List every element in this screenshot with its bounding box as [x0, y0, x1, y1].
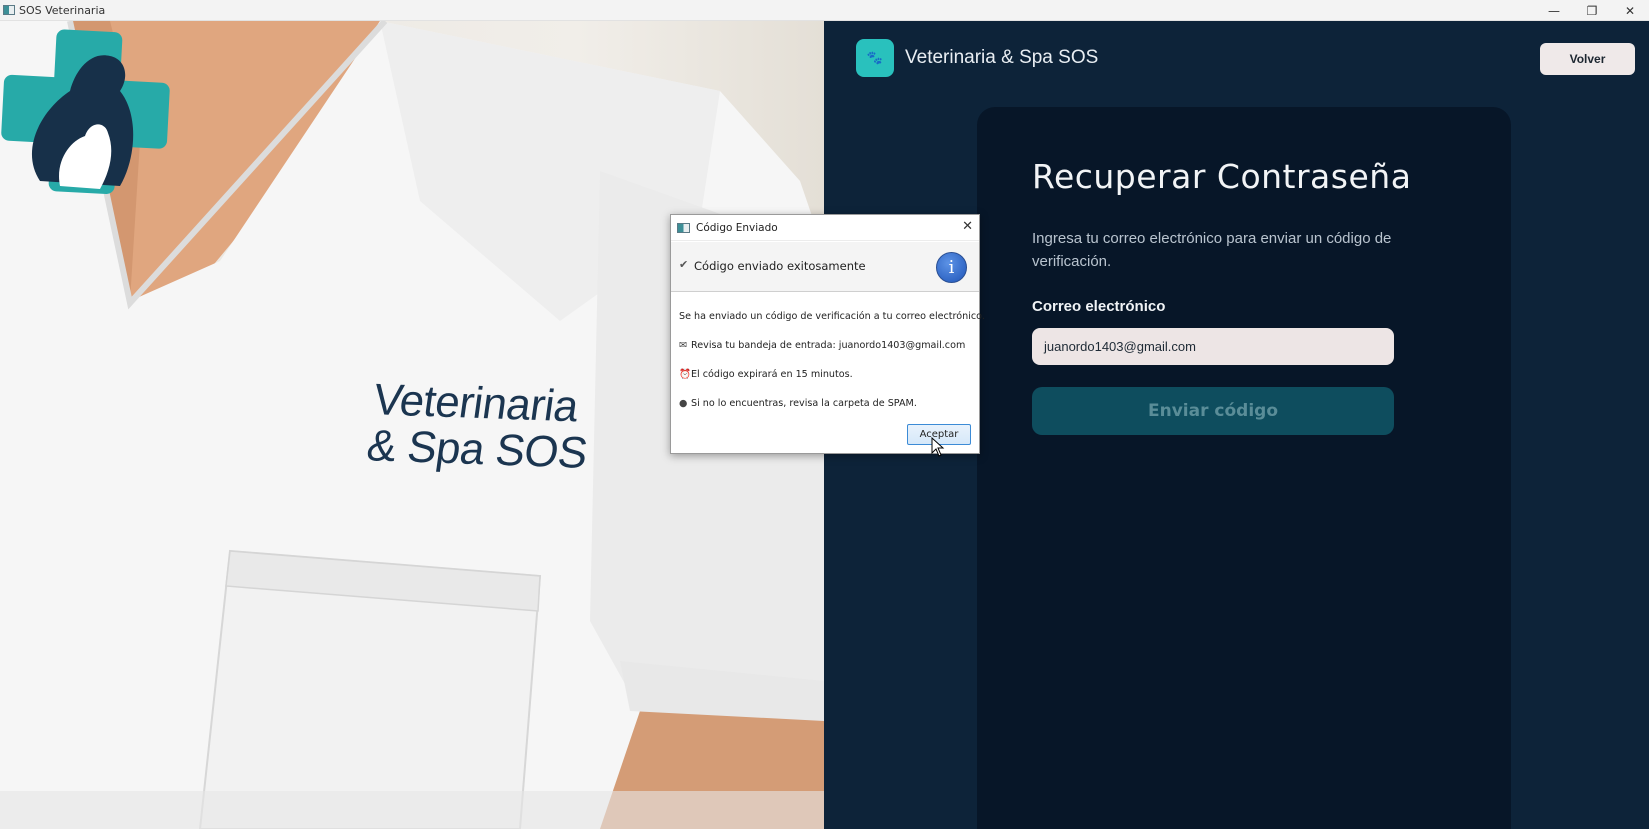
paw-logo-icon: 🐾 [856, 39, 894, 77]
dialog-line: ✉ Revisa tu bandeja de entrada: juanordo1… [679, 340, 985, 369]
email-field[interactable]: juanordo1403@gmail.com [1032, 328, 1394, 365]
window-titlebar: SOS Veterinaria — ❐ ✕ [0, 0, 1649, 21]
dialog-titlebar: Código Enviado ✕ [671, 215, 979, 241]
window-title: SOS Veterinaria [19, 3, 106, 17]
code-sent-dialog: Código Enviado ✕ ✔ Código enviado exitos… [670, 214, 985, 454]
recovery-card: Recuperar Contraseña Ingresa tu correo e… [977, 107, 1511, 829]
shirt-brand-text: Veterinaria & Spa SOS [363, 375, 596, 478]
minimize-icon[interactable]: — [1535, 0, 1573, 21]
mail-icon: ✉ [679, 340, 688, 351]
lightbulb-icon: ● [679, 398, 688, 409]
info-icon: i [936, 252, 967, 283]
check-icon: ✔ [679, 259, 689, 271]
dialog-header-message: Código enviado exitosamente [694, 259, 866, 273]
vet-logo-illustration [1, 29, 170, 194]
brand-name: Veterinaria & Spa SOS [905, 47, 1099, 68]
email-label: Correo electrónico [1032, 298, 1166, 315]
dialog-line: ⏰El código expirará en 15 minutos. [679, 369, 985, 398]
send-code-button[interactable]: Enviar código [1032, 387, 1394, 435]
dialog-close-icon[interactable]: ✕ [962, 219, 973, 234]
mouse-cursor-icon [931, 437, 945, 457]
dialog-title: Código Enviado [696, 221, 778, 234]
dialog-line: ● Si no lo encuentras, revisa la carpeta … [679, 398, 985, 427]
dialog-line-text: Revisa tu bandeja de entrada: juanordo14… [691, 340, 966, 351]
window-controls: — ❐ ✕ [1535, 0, 1649, 21]
brand-row: 🐾 Veterinaria & Spa SOS [856, 39, 1098, 77]
dialog-line-text: Si no lo encuentras, revisa la carpeta d… [691, 398, 917, 409]
app-icon [3, 5, 15, 15]
restore-icon[interactable]: ❐ [1573, 0, 1611, 21]
dialog-header: ✔ Código enviado exitosamente i [671, 242, 979, 292]
page-description: Ingresa tu correo electrónico para envia… [1032, 230, 1392, 270]
dialog-line-text: Se ha enviado un código de verificación … [679, 311, 985, 322]
dialog-line-text: El código expirará en 15 minutos. [691, 369, 853, 380]
dialog-app-icon [677, 222, 690, 233]
dialog-body: Se ha enviado un código de verificación … [679, 311, 985, 427]
alarm-clock-icon: ⏰ [679, 369, 691, 380]
page-title: Recuperar Contraseña [1032, 157, 1412, 196]
shirt-brand-line2: & Spa SOS [363, 421, 591, 478]
dialog-line: Se ha enviado un código de verificación … [679, 311, 985, 340]
close-icon[interactable]: ✕ [1611, 0, 1649, 21]
back-button[interactable]: Volver [1540, 43, 1635, 75]
